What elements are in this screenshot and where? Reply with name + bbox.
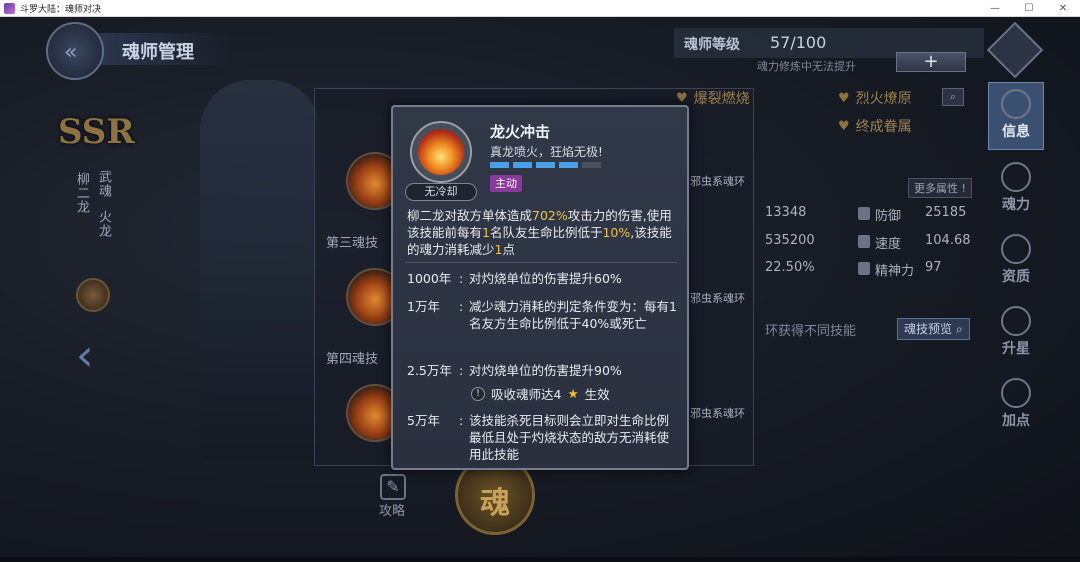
minimize-button[interactable]: — [978,0,1012,17]
trait-3-label: 终成眷属 [855,119,912,135]
upgrade-row: 1万年: 减少魂力消耗的判定条件变为：每有1名友方生命比例低于40%或死亡 [407,299,677,331]
maximize-button[interactable]: ☐ [1012,0,1046,17]
side-menu-label: 加点 [1002,413,1030,429]
level-bar-segment [513,162,532,168]
stat-value: 104.68 [925,233,971,248]
stat-value: 535200 [765,233,815,248]
strategy-label[interactable]: 攻略 [379,500,405,519]
skill-description: 柳二龙对敌方单体造成702%攻击力的伤害,使用该技能前每有1名队友生命比例低于1… [407,208,672,257]
trait-1-label: 爆裂燃烧 [693,91,750,107]
level-hint: 魂力修炼中无法提升 [757,60,856,73]
upgrade-condition: ! 吸收魂师达4 ★ 生效 [471,384,610,403]
level-bar-segment [582,162,601,168]
upgrade-row: 2.5万年: 对灼烧单位的伤害提升90% [407,363,622,378]
close-button[interactable]: ✕ [1046,0,1080,17]
window-title: 斗罗大陆：魂师对决 [20,4,102,15]
heart-icon: ♥ [838,118,850,134]
character-name: 柳二龙 [74,172,89,214]
skill-slot-4-label: 第四魂技 [326,352,379,367]
trait-2[interactable]: ♥ 烈火燎原 [838,88,912,108]
tooltip-divider [405,262,677,263]
level-value: 57/100 [770,33,827,52]
more-attributes-button[interactable]: 更多属性 ! [908,178,972,198]
character-avatar[interactable] [76,278,110,312]
skill-tooltip: 无冷却 龙火冲击 真龙喷火，狂焰无极! 主动 柳二龙对敌方单体造成702%攻击力… [391,105,689,470]
level-bar-segment [559,162,578,168]
stat-name: 防御 [875,209,902,224]
add-points-icon [1001,378,1031,408]
skill-hint: 环获得不同技能 [765,324,857,339]
stat-value: 22.50% [765,260,815,275]
app-icon [4,2,15,14]
side-menu-soul-power[interactable]: 魂力 [988,156,1044,224]
wuhun-label: 武魂 [96,170,111,198]
side-menu-aptitude[interactable]: 资质 [988,228,1044,296]
skill-level-bars [490,162,601,168]
taskbar [0,557,1080,562]
upgrade-row: 5万年: 该技能杀死目标则会立即对生命比例最低且处于灼烧状态的敌方无消耗使用此技能 [407,413,670,462]
dragon-fire-icon [418,129,464,175]
stat-value: 13348 [765,205,807,220]
side-menu-info[interactable]: 信息 [988,82,1044,150]
stat-value: 25185 [925,205,967,220]
skill-slot-4-ring: 邪虫系魂环 [690,292,745,305]
page-title: 魂师管理 [122,42,194,63]
defense-icon [858,207,870,220]
app-window: 斗罗大陆：魂师对决 — ☐ ✕ « 魂师管理 SSR 柳二龙 武魂 火龙 ‹ 第… [0,0,1080,562]
soul-glyph: 魂 [480,486,510,521]
side-menu-label: 资质 [1002,269,1030,285]
soul-power-icon [1001,162,1031,192]
side-menu-star-up[interactable]: 升星 [988,300,1044,368]
stat-value: 97 [925,260,942,275]
strategy-icon[interactable]: ✎ [380,474,406,500]
stat-name: 速度 [875,237,902,252]
skill-preview-button[interactable]: 魂技预览 ⌕ [897,318,970,340]
upgrade-row: 1000年: 对灼烧单位的伤害提升60% [407,271,622,286]
heart-icon: ♥ [676,90,688,106]
heart-icon: ♥ [838,90,850,106]
cooldown-badge: 无冷却 [405,183,477,201]
trait-2-label: 烈火燎原 [855,91,912,107]
skill-name: 龙火冲击 [490,123,551,141]
preview-label: 魂技预览 [904,322,953,336]
prev-character-arrow-icon[interactable]: ‹ [76,330,94,381]
skill-icon-frame [410,121,472,183]
star-icon [1001,306,1031,336]
rarity-badge: SSR [58,112,135,152]
star-icon: ★ [567,386,579,401]
warning-icon: ! [471,386,485,401]
level-bar-segment [490,162,509,168]
side-menu-label: 魂力 [1002,197,1030,213]
info-icon [1001,89,1031,119]
spirit-icon [858,262,870,275]
level-bar-segment [536,162,555,168]
search-icon: ⌕ [956,322,963,336]
trait-3[interactable]: ♥ 终成眷属 [838,116,912,136]
skill-slot-3-label: 第三魂技 [326,236,379,251]
back-button[interactable]: « [46,22,104,80]
skill-tagline: 真龙喷火，狂焰无极! [490,145,603,159]
title-bar: 斗罗大陆：魂师对决 — ☐ ✕ [0,0,1080,17]
aptitude-icon [1001,234,1031,264]
character-model [200,80,320,460]
stat-name: 精神力 [875,264,915,279]
level-label: 魂师等级 [684,37,740,53]
speed-icon [858,235,870,248]
back-chevron-icon: « [64,40,78,65]
side-menu-label: 信息 [1002,124,1030,140]
side-menu-add-points[interactable]: 加点 [988,372,1044,440]
skill-slot-3-ring: 邪虫系魂环 [690,175,745,188]
skill-slot-5-ring: 邪虫系魂环 [690,407,745,420]
skill-type-tag: 主动 [490,175,522,192]
wuhun-value: 火龙 [96,210,111,238]
level-up-button[interactable]: + [896,52,966,72]
trait-search-icon[interactable]: ⌕ [942,88,964,106]
side-menu-label: 升星 [1002,341,1030,357]
